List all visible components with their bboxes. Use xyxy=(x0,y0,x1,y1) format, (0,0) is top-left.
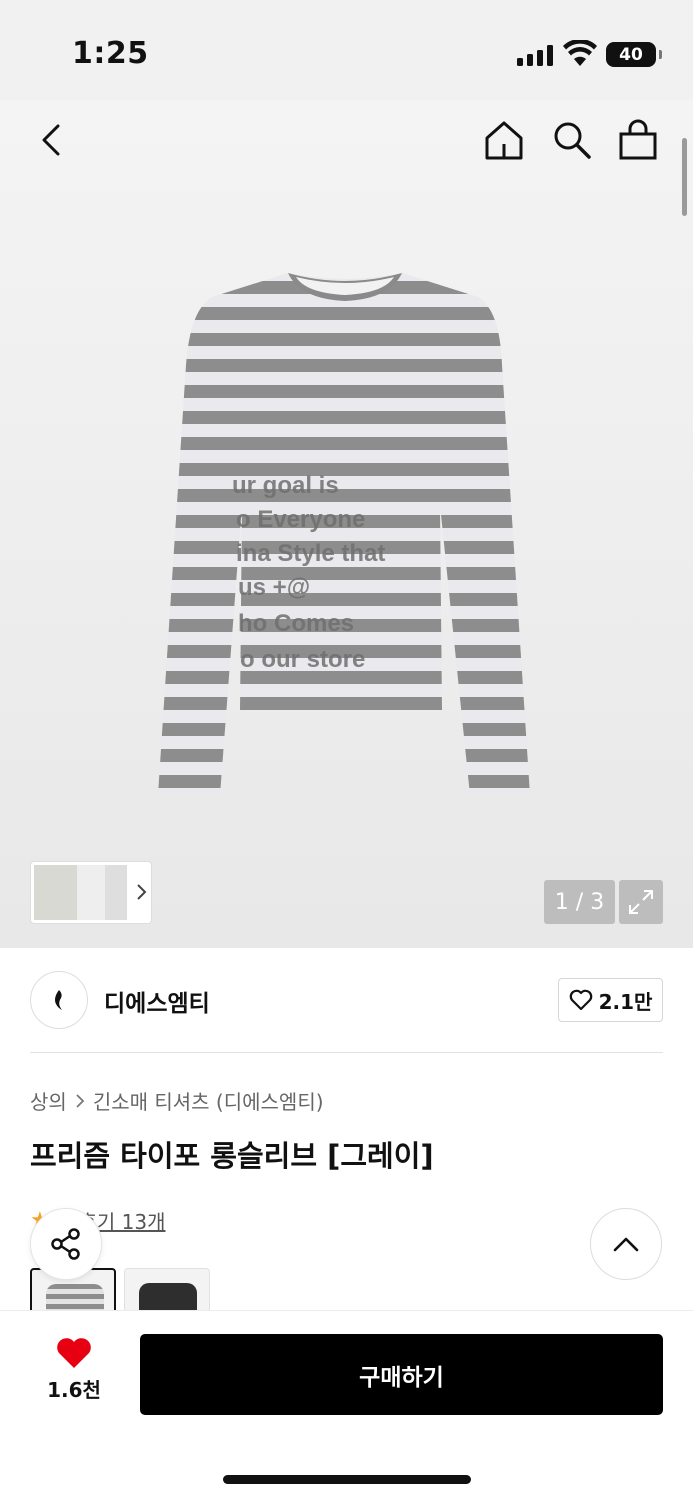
brand-like-count: 2.1만 xyxy=(598,989,653,1014)
brand-name[interactable]: 디에스엠티 xyxy=(104,984,210,1018)
brand-logo-mark xyxy=(55,990,62,1010)
search-icon[interactable] xyxy=(550,118,594,162)
chevron-right-icon xyxy=(76,1093,85,1108)
status-time: 1:25 xyxy=(72,36,149,71)
chevron-up-icon xyxy=(613,1237,639,1252)
heart-filled-icon xyxy=(57,1338,91,1368)
thumbnail-image[interactable] xyxy=(77,865,107,920)
thumbnail-image[interactable] xyxy=(34,865,80,920)
product-image: ur goal is o Everyone ina Style that us … xyxy=(158,273,530,795)
bag-icon[interactable] xyxy=(616,118,660,162)
share-button[interactable] xyxy=(30,1208,102,1280)
breadcrumb-subcategory[interactable]: 긴소매 티셔츠 (디에스엠티) xyxy=(93,1086,324,1115)
buy-button[interactable]: 구매하기 xyxy=(140,1334,663,1415)
chevron-right-icon[interactable] xyxy=(135,882,147,902)
breadcrumb: 상의 긴소매 티셔츠 (디에스엠티) xyxy=(30,1086,324,1115)
wishlist-button[interactable]: 1.6천 xyxy=(36,1336,112,1410)
heart-outline-icon xyxy=(569,989,592,1011)
wifi-icon xyxy=(563,40,597,66)
image-counter: 1 / 3 xyxy=(544,880,615,924)
scroll-top-button[interactable] xyxy=(590,1208,662,1280)
thumbnail-strip[interactable] xyxy=(30,861,152,924)
shirt-print-line: o our store xyxy=(240,646,365,673)
back-icon[interactable] xyxy=(36,120,70,160)
scroll-indicator xyxy=(682,138,687,216)
signal-icon xyxy=(517,44,553,66)
breadcrumb-category[interactable]: 상의 xyxy=(30,1086,67,1115)
thumbnail-image[interactable] xyxy=(105,865,127,920)
battery-level: 40 xyxy=(619,44,643,65)
wishlist-count: 1.6천 xyxy=(47,1378,101,1402)
share-icon xyxy=(51,1228,80,1260)
shirt-print-line: us +@ xyxy=(238,574,310,601)
shirt-print-line: o Everyone xyxy=(236,506,365,533)
home-indicator xyxy=(223,1475,471,1484)
divider xyxy=(30,1052,663,1053)
brand-logo[interactable] xyxy=(30,971,88,1029)
brand-like-button[interactable]: 2.1만 xyxy=(558,978,663,1022)
shirt-print-line: ur goal is xyxy=(232,472,339,499)
expand-button[interactable] xyxy=(619,880,663,924)
shirt-print-line: ho Comes xyxy=(238,610,354,637)
shirt-print-line: ina Style that xyxy=(236,540,385,567)
home-icon[interactable] xyxy=(482,118,526,162)
expand-icon xyxy=(629,890,653,914)
battery-icon: 40 xyxy=(606,42,662,67)
product-title: 프리즘 타이포 롱슬리브 [그레이] xyxy=(30,1139,434,1173)
status-bar: 1:25 40 xyxy=(0,0,693,100)
